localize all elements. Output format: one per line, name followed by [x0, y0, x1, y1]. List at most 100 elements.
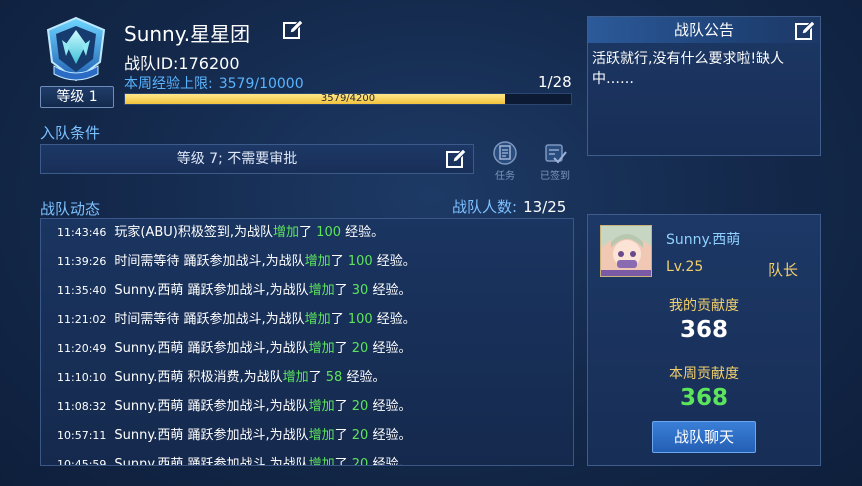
- feed-entry-mid: 了: [334, 457, 352, 466]
- feed-entry-text: Sunny.西萌 踊跃参加战斗,为战队: [114, 457, 309, 466]
- feed-entry-amount: 100: [347, 254, 373, 269]
- team-notice-title: 战队公告: [588, 17, 820, 43]
- feed-entry-text: Sunny.西萌 踊跃参加战斗,为战队: [114, 428, 309, 443]
- feed-entry-highlight: 增加: [308, 341, 335, 356]
- feed-entry-suffix: 经验。: [342, 370, 386, 385]
- my-contribution-label: 我的贡献度: [669, 298, 739, 314]
- feed-entry-mid: 了: [334, 283, 352, 298]
- edit-team-name-icon[interactable]: [282, 19, 304, 41]
- feed-entry-amount: 20: [351, 428, 369, 443]
- signed-in-icon: [542, 140, 568, 166]
- sign-in-button[interactable]: 已签到: [532, 140, 578, 182]
- feed-entry-suffix: 经验。: [368, 428, 412, 443]
- feed-entry: 11:20:49 Sunny.西萌 踊跃参加战斗,为战队增加了 20 经验。: [57, 337, 573, 366]
- feed-entry-time: 11:39:26: [57, 255, 107, 268]
- feed-entry-highlight: 增加: [273, 225, 300, 240]
- feed-entry: 11:35:40 Sunny.西萌 踊跃参加战斗,为战队增加了 30 经验。: [57, 279, 573, 308]
- feed-entry-text: Sunny.西萌 积极消费,为战队: [114, 370, 283, 385]
- feed-entry-suffix: 经验。: [372, 312, 416, 327]
- feed-entry-suffix: 经验。: [368, 457, 412, 466]
- feed-entry-suffix: 经验。: [368, 399, 412, 414]
- edit-join-condition-icon[interactable]: [445, 148, 467, 170]
- feed-entry-mid: 了: [330, 312, 348, 327]
- task-icon: [492, 140, 518, 166]
- feed-entry-suffix: 经验。: [368, 283, 412, 298]
- feed-entry-suffix: 经验。: [368, 341, 412, 356]
- feed-entry: 11:43:46 玩家(ABU)积极签到,为战队增加了 100 经验。: [57, 221, 573, 250]
- my-contribution-value: 368: [679, 317, 728, 343]
- feed-entry-highlight: 增加: [282, 370, 309, 385]
- feed-entry-mid: 了: [334, 428, 352, 443]
- feed-entry-time: 11:08:32: [57, 400, 107, 413]
- feed-entry-amount: 58: [325, 370, 343, 385]
- join-condition-text: 等级 7; 不需要审批: [176, 151, 298, 167]
- feed-entry-mid: 了: [334, 399, 352, 414]
- feed-entry-text: Sunny.西萌 踊跃参加战斗,为战队: [114, 283, 309, 298]
- team-name: Sunny.星星团: [124, 22, 251, 46]
- member-profile-panel: Sunny.西萌 Lv.25 队长 我的贡献度 368 本周贡献度 368 战队…: [587, 214, 821, 466]
- feed-entry: 10:57:11 Sunny.西萌 踊跃参加战斗,为战队增加了 20 经验。: [57, 424, 573, 453]
- member-role: 队长: [768, 261, 799, 279]
- feed-entry: 11:21:02 时间需等待 踊跃参加战斗,为战队增加了 100 经验。: [57, 308, 573, 337]
- avatar[interactable]: [600, 225, 652, 277]
- feed-entry-text: 玩家(ABU)积极签到,为战队: [114, 225, 274, 240]
- weekly-exp-cap: 本周经验上限: 3579/10000: [124, 73, 310, 93]
- member-count: 战队人数: 13/25: [452, 196, 566, 217]
- feed-entry-text: Sunny.西萌 踊跃参加战斗,为战队: [114, 399, 309, 414]
- team-feed-list[interactable]: 11:43:46 玩家(ABU)积极签到,为战队增加了 100 经验。 11:39…: [40, 218, 574, 466]
- team-notice-panel: 战队公告 活跃就行,没有什么要求啦!缺人中……: [587, 16, 821, 156]
- feed-entry: 10:45:59 Sunny.西萌 踊跃参加战斗,为战队增加了 20 经验。: [57, 453, 573, 466]
- feed-entry-mid: 了: [308, 370, 326, 385]
- team-xp-text: 3579/4200: [320, 93, 376, 104]
- member-count-value: 13/25: [523, 198, 567, 216]
- feed-entry-highlight: 增加: [308, 428, 335, 443]
- feed-entry-time: 11:10:10: [57, 371, 107, 384]
- feed-entry: 11:08:32 Sunny.西萌 踊跃参加战斗,为战队增加了 20 经验。: [57, 395, 573, 424]
- member-name: Sunny.西萌: [666, 232, 741, 248]
- feed-entry-amount: 20: [351, 457, 369, 466]
- feed-entry: 11:10:10 Sunny.西萌 积极消费,为战队增加了 58 经验。: [57, 366, 573, 395]
- feed-entry-amount: 100: [347, 312, 373, 327]
- task-button[interactable]: 任务: [482, 140, 528, 182]
- feed-entry-text: 时间需等待 踊跃参加战斗,为战队: [114, 312, 305, 327]
- edit-notice-icon[interactable]: [794, 20, 816, 42]
- feed-entry-time: 11:43:46: [57, 226, 107, 239]
- weekly-exp-cap-value: 3579/10000: [218, 76, 304, 92]
- feed-entry-suffix: 经验。: [372, 254, 416, 269]
- team-notice-body: 活跃就行,没有什么要求啦!缺人中……: [592, 51, 785, 87]
- feed-entry-mid: 了: [299, 225, 317, 240]
- member-ratio: 1/28: [538, 73, 572, 91]
- feed-entry-time: 11:20:49: [57, 342, 107, 355]
- join-condition-title: 入队条件: [40, 124, 101, 142]
- weekly-contribution-value: 368: [679, 385, 728, 411]
- feed-entry-amount: 20: [351, 341, 369, 356]
- team-id: 战队ID:176200: [124, 54, 240, 73]
- feed-entry-amount: 100: [316, 225, 341, 240]
- feed-entry-highlight: 增加: [308, 457, 335, 466]
- feed-entry-time: 11:21:02: [57, 313, 107, 326]
- feed-entry: 11:39:26 时间需等待 踊跃参加战斗,为战队增加了 100 经验。: [57, 250, 573, 279]
- feed-entry-highlight: 增加: [308, 283, 335, 298]
- weekly-contribution-label: 本周贡献度: [669, 366, 739, 382]
- member-count-label: 战队人数:: [452, 198, 518, 216]
- feed-entry-highlight: 增加: [308, 399, 335, 414]
- feed-entry-highlight: 增加: [304, 312, 331, 327]
- feed-entry-text: 时间需等待 踊跃参加战斗,为战队: [114, 254, 305, 269]
- team-level-badge: 等级 1: [40, 86, 114, 108]
- feed-entry-suffix: 经验。: [341, 225, 385, 240]
- feed-entry-time: 10:57:11: [57, 429, 107, 442]
- team-xp-bar: 3579/4200: [124, 93, 572, 105]
- task-label: 任务: [495, 171, 515, 182]
- feed-entry-text: Sunny.西萌 踊跃参加战斗,为战队: [114, 341, 309, 356]
- feed-entry-amount: 20: [351, 399, 369, 414]
- signed-in-label: 已签到: [540, 171, 570, 182]
- feed-entry-time: 11:35:40: [57, 284, 107, 297]
- team-chat-button[interactable]: 战队聊天: [652, 421, 756, 453]
- feed-entry-amount: 30: [351, 283, 369, 298]
- feed-entry-highlight: 增加: [304, 254, 331, 269]
- feed-entry-mid: 了: [330, 254, 348, 269]
- weekly-exp-cap-label: 本周经验上限:: [124, 76, 213, 92]
- team-emblem-icon: [40, 14, 112, 86]
- feed-entry-time: 10:45:59: [57, 458, 107, 466]
- feed-entry-mid: 了: [334, 341, 352, 356]
